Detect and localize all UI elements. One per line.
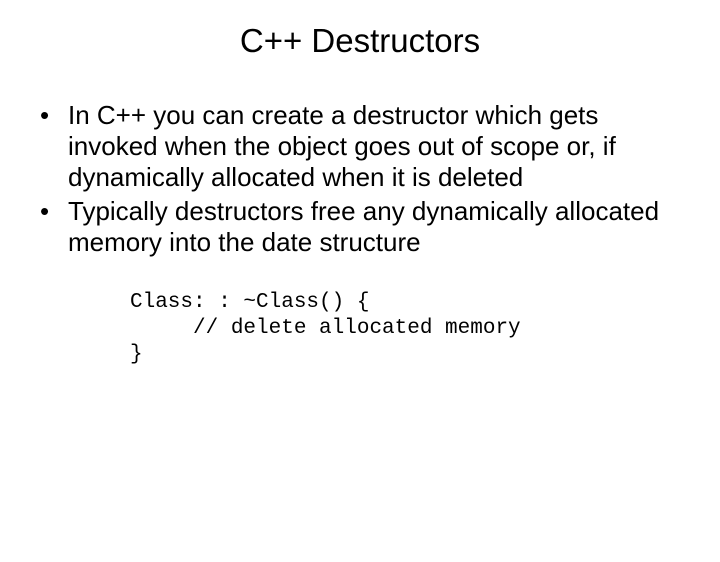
bullet-list: In C++ you can create a destructor which… <box>40 100 690 258</box>
slide: C++ Destructors In C++ you can create a … <box>0 22 720 562</box>
code-block: Class: : ~Class() { // delete allocated … <box>130 290 690 369</box>
slide-content: In C++ you can create a destructor which… <box>0 100 720 369</box>
slide-title: C++ Destructors <box>0 22 720 60</box>
bullet-item: Typically destructors free any dynamical… <box>40 196 690 258</box>
bullet-item: In C++ you can create a destructor which… <box>40 100 690 194</box>
